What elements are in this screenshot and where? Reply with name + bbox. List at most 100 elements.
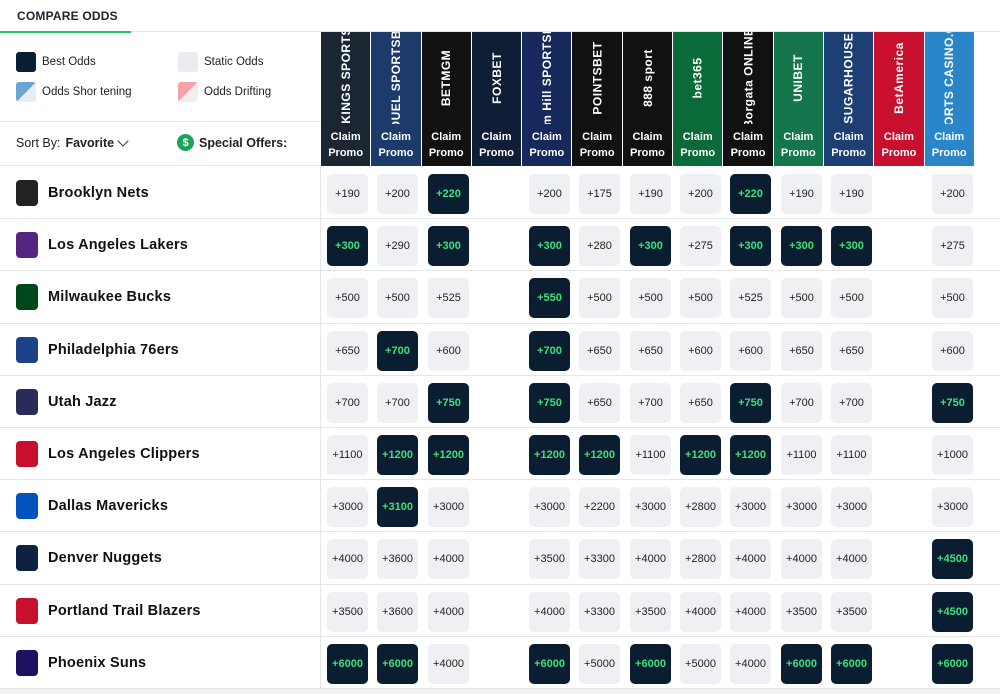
sportsbook-logo[interactable]: POINTSBET (572, 32, 622, 124)
sportsbook-logo[interactable]: UNIBET (773, 32, 823, 124)
sportsbook-logo[interactable]: 888 sport (622, 32, 673, 124)
odds-cell[interactable]: +3500 (831, 591, 872, 632)
team-cell[interactable]: Milwaukee Bucks (0, 271, 321, 324)
odds-cell[interactable]: +700 (529, 330, 570, 371)
odds-cell[interactable]: +300 (327, 226, 368, 267)
odds-cell[interactable]: +300 (529, 226, 570, 267)
sportsbook-logo[interactable]: RESORTS CASINO.COM (924, 32, 974, 124)
odds-cell[interactable]: +3600 (377, 539, 418, 580)
odds-cell[interactable]: +3500 (781, 591, 822, 632)
odds-cell[interactable]: +750 (730, 382, 771, 423)
odds-cell[interactable]: +500 (327, 278, 368, 319)
odds-cell[interactable]: +1200 (730, 434, 771, 475)
odds-cell[interactable]: +1100 (630, 434, 671, 475)
odds-cell[interactable]: +190 (831, 174, 872, 214)
odds-cell[interactable]: +3000 (932, 487, 973, 528)
odds-cell[interactable]: +3500 (630, 591, 671, 632)
odds-cell[interactable]: +1100 (327, 434, 368, 475)
odds-cell[interactable]: +3000 (831, 487, 872, 528)
odds-cell[interactable]: +650 (327, 330, 368, 371)
sportsbook-logo[interactable]: Borgata ONLINE (723, 32, 773, 124)
odds-cell[interactable]: +650 (831, 330, 872, 371)
odds-cell[interactable]: +300 (630, 226, 671, 267)
odds-cell[interactable]: +4000 (680, 591, 721, 632)
odds-cell[interactable]: +650 (781, 330, 822, 371)
odds-cell[interactable]: +600 (428, 330, 469, 371)
odds-cell[interactable]: +1200 (428, 434, 469, 475)
odds-cell[interactable]: +190 (781, 174, 822, 214)
odds-cell[interactable]: +3000 (730, 487, 771, 528)
odds-cell[interactable]: +3100 (377, 487, 418, 528)
odds-cell[interactable]: +200 (377, 174, 418, 214)
odds-cell[interactable]: +1100 (831, 434, 872, 475)
odds-cell[interactable]: +300 (730, 226, 771, 267)
odds-cell[interactable]: +4000 (831, 539, 872, 580)
odds-cell[interactable]: +600 (680, 330, 721, 371)
sportsbook-logo[interactable]: William Hill SPORTSBOOK (522, 32, 572, 124)
sportsbook-logo[interactable]: BetAmerica (874, 32, 924, 124)
odds-cell[interactable]: +220 (730, 174, 771, 214)
claim-promo-button[interactable]: Claim Promo (572, 124, 622, 166)
odds-cell[interactable]: +3000 (781, 487, 822, 528)
odds-cell[interactable]: +750 (529, 382, 570, 423)
odds-cell[interactable]: +4000 (630, 539, 671, 580)
odds-cell[interactable]: +4000 (428, 591, 469, 632)
odds-cell[interactable]: +280 (579, 226, 620, 267)
odds-cell[interactable]: +525 (428, 278, 469, 319)
odds-cell[interactable]: +650 (579, 330, 620, 371)
odds-cell[interactable]: +190 (327, 174, 368, 214)
odds-cell[interactable]: +6000 (831, 643, 872, 684)
odds-cell[interactable]: +4000 (730, 591, 771, 632)
sportsbook-logo[interactable]: DRAFTKINGS SPORTSBOOK (321, 32, 371, 124)
claim-promo-button[interactable]: Claim Promo (874, 124, 924, 166)
sportsbook-logo[interactable]: PLAYSUGARHOUSE.COM (823, 32, 874, 124)
odds-cell[interactable]: +200 (529, 174, 570, 214)
odds-cell[interactable]: +200 (680, 174, 721, 214)
team-cell[interactable]: Los Angeles Lakers (0, 219, 321, 272)
odds-cell[interactable]: +500 (781, 278, 822, 319)
team-cell[interactable]: Portland Trail Blazers (0, 584, 321, 637)
odds-cell[interactable]: +5000 (680, 643, 721, 684)
odds-cell[interactable]: +1000 (932, 434, 973, 475)
odds-cell[interactable]: +1200 (529, 434, 570, 475)
odds-cell[interactable]: +1200 (377, 434, 418, 475)
team-cell[interactable]: Phoenix Suns (0, 636, 321, 689)
odds-cell[interactable]: +3000 (529, 487, 570, 528)
odds-cell[interactable]: +1100 (781, 434, 822, 475)
odds-cell[interactable]: +175 (579, 174, 620, 214)
odds-cell[interactable]: +6000 (932, 643, 973, 684)
odds-cell[interactable]: +1200 (680, 434, 721, 475)
team-cell[interactable]: Brooklyn Nets (0, 167, 321, 219)
sportsbook-logo[interactable]: FOXBET (471, 32, 522, 124)
odds-cell[interactable]: +6000 (529, 643, 570, 684)
claim-promo-button[interactable]: Claim Promo (723, 124, 773, 166)
odds-cell[interactable]: +4000 (529, 591, 570, 632)
claim-promo-button[interactable]: Claim Promo (823, 124, 874, 166)
sportsbook-logo[interactable]: bet365 (673, 32, 723, 124)
odds-cell[interactable]: +3000 (428, 487, 469, 528)
odds-cell[interactable]: +600 (730, 330, 771, 371)
odds-cell[interactable]: +3000 (630, 487, 671, 528)
odds-cell[interactable]: +750 (932, 382, 973, 423)
odds-cell[interactable]: +700 (630, 382, 671, 423)
claim-promo-button[interactable]: Claim Promo (773, 124, 823, 166)
tab-compare-odds[interactable]: COMPARE ODDS (0, 0, 131, 33)
odds-cell[interactable]: +500 (630, 278, 671, 319)
odds-cell[interactable]: +700 (781, 382, 822, 423)
odds-cell[interactable]: +650 (630, 330, 671, 371)
odds-cell[interactable]: +190 (630, 174, 671, 214)
odds-cell[interactable]: +290 (377, 226, 418, 267)
odds-cell[interactable]: +2200 (579, 487, 620, 528)
odds-cell[interactable]: +6000 (781, 643, 822, 684)
odds-cell[interactable]: +4000 (327, 539, 368, 580)
team-cell[interactable]: Denver Nuggets (0, 532, 321, 585)
odds-cell[interactable]: +750 (428, 382, 469, 423)
claim-promo-button[interactable]: Claim Promo (622, 124, 673, 166)
odds-cell[interactable]: +4000 (428, 539, 469, 580)
odds-cell[interactable]: +1200 (579, 434, 620, 475)
odds-cell[interactable]: +300 (831, 226, 872, 267)
claim-promo-button[interactable]: Claim Promo (371, 124, 421, 166)
odds-cell[interactable]: +500 (932, 278, 973, 319)
odds-cell[interactable]: +220 (428, 174, 469, 214)
sort-dropdown[interactable]: Sort By: Favorite (16, 135, 129, 150)
